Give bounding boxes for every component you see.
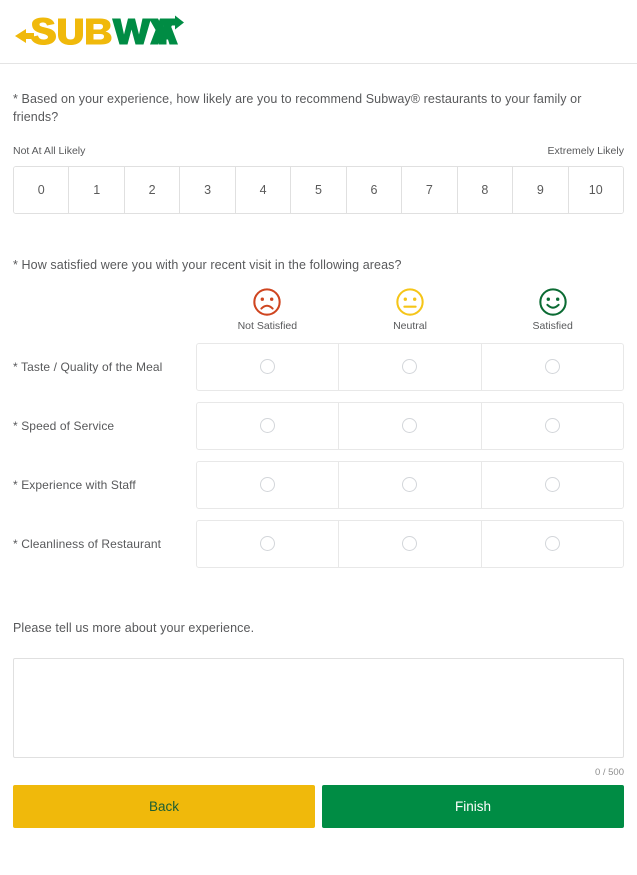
survey-page: * Based on your experience, how likely a…	[0, 0, 637, 875]
radio-taste-satisfied[interactable]	[482, 344, 623, 390]
satisfaction-row-options-taste	[196, 342, 624, 391]
nps-high-label: Extremely Likely	[547, 145, 624, 157]
nps-option-9[interactable]: 9	[513, 167, 569, 213]
nps-low-label: Not At All Likely	[13, 145, 86, 157]
radio-circle-icon	[402, 536, 418, 551]
survey-content: * Based on your experience, how likely a…	[0, 91, 637, 828]
radio-circle-icon	[544, 536, 560, 551]
nps-option-6[interactable]: 6	[346, 167, 403, 213]
radio-taste-neutral[interactable]	[339, 343, 482, 390]
satisfaction-column-satisfied: Satisfied	[481, 287, 624, 332]
satisfaction-matrix: Not Satisfied Neutral Satisfied * Taste …	[13, 287, 624, 568]
satisfaction-row-options-cleanliness	[196, 519, 624, 568]
satisfaction-row-options-speed	[196, 401, 624, 450]
satisfaction-column-label-satisfied: Satisfied	[532, 319, 573, 332]
satisfaction-column-label-neutral: Neutral	[393, 319, 427, 332]
radio-circle-icon	[544, 359, 560, 374]
neutral-face-icon	[396, 287, 424, 316]
finish-button[interactable]: Finish	[322, 785, 624, 828]
radio-staff-satisfied[interactable]	[482, 462, 623, 508]
nps-option-2[interactable]: 2	[124, 167, 181, 213]
nps-option-5[interactable]: 5	[291, 167, 347, 213]
nps-scale: 0 1 2 3 4 5 6 7 8 9 10	[13, 166, 624, 214]
nps-option-3[interactable]: 3	[180, 167, 236, 213]
satisfaction-row-taste: * Taste / Quality of the Meal	[13, 342, 624, 391]
comment-prompt: Please tell us more about your experienc…	[13, 620, 255, 635]
smiling-face-icon	[538, 287, 567, 316]
satisfaction-column-label-not-satisfied: Not Satisfied	[237, 319, 298, 332]
nps-option-7[interactable]: 7	[402, 167, 458, 213]
radio-circle-icon	[402, 477, 418, 492]
nps-option-8[interactable]: 8	[457, 167, 514, 213]
radio-staff-neutral[interactable]	[339, 461, 482, 508]
nps-option-1[interactable]: 1	[69, 167, 125, 213]
radio-cleanliness-satisfied[interactable]	[482, 521, 623, 567]
radio-taste-not-satisfied[interactable]	[197, 343, 340, 390]
satisfaction-row-options-staff	[196, 460, 624, 509]
radio-circle-icon	[260, 536, 276, 551]
satisfaction-matrix-header: Not Satisfied Neutral Satisfied	[196, 287, 624, 332]
radio-cleanliness-not-satisfied[interactable]	[197, 520, 340, 567]
radio-circle-icon	[260, 418, 276, 433]
form-actions: Back Finish	[13, 785, 624, 828]
nps-question-text: * Based on your experience, how likely a…	[13, 92, 582, 124]
satisfaction-row-cleanliness: * Cleanliness of Restaurant	[13, 519, 624, 568]
radio-circle-icon	[402, 359, 418, 374]
radio-circle-icon	[402, 418, 418, 433]
comment-field-wrapper: 0 / 500	[13, 658, 624, 778]
nps-option-10[interactable]: 10	[568, 167, 623, 213]
back-button[interactable]: Back	[13, 785, 315, 828]
satisfaction-row-label-staff: * Experience with Staff	[13, 477, 136, 492]
radio-speed-neutral[interactable]	[339, 402, 482, 449]
satisfaction-column-neutral: Neutral	[339, 287, 482, 332]
radio-circle-icon	[544, 418, 560, 433]
subway-logo	[15, 15, 184, 45]
radio-staff-not-satisfied[interactable]	[197, 461, 340, 508]
satisfaction-column-not-satisfied: Not Satisfied	[196, 287, 339, 332]
satisfaction-row-label-speed: * Speed of Service	[13, 418, 115, 433]
radio-circle-icon	[260, 359, 276, 374]
satisfaction-row-speed: * Speed of Service	[13, 401, 624, 450]
character-counter: 0 / 500	[594, 767, 624, 778]
satisfaction-row-label-taste: * Taste / Quality of the Meal	[13, 359, 163, 374]
page-header	[0, 0, 637, 64]
radio-circle-icon	[260, 477, 276, 492]
frowning-face-icon	[253, 287, 282, 316]
satisfaction-row-staff: * Experience with Staff	[13, 460, 624, 509]
comment-textarea[interactable]	[13, 658, 624, 758]
nps-option-0[interactable]: 0	[14, 167, 70, 213]
satisfaction-row-label-cleanliness: * Cleanliness of Restaurant	[13, 536, 162, 551]
satisfaction-question-text: * How satisfied were you with your recen…	[13, 258, 402, 272]
radio-cleanliness-neutral[interactable]	[339, 520, 482, 567]
radio-speed-satisfied[interactable]	[482, 403, 623, 449]
radio-circle-icon	[544, 477, 560, 492]
nps-scale-labels: Not At All Likely Extremely Likely	[13, 145, 624, 157]
radio-speed-not-satisfied[interactable]	[197, 402, 340, 449]
nps-option-4[interactable]: 4	[235, 167, 292, 213]
